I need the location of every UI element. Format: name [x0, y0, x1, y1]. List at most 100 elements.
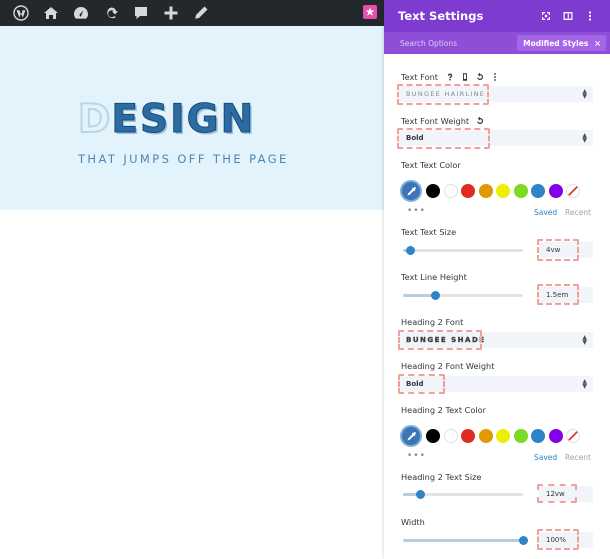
select-caret-icon: ▲ ▼ — [582, 88, 587, 100]
line-height-slider[interactable] — [403, 291, 523, 300]
color-swatch[interactable] — [531, 429, 545, 443]
text-color-picker-row: ••• Saved Recent — [400, 178, 600, 217]
refresh-icon[interactable] — [96, 0, 126, 26]
split-view-icon[interactable] — [557, 6, 579, 26]
slider-handle[interactable] — [431, 291, 441, 300]
pencil-icon[interactable] — [186, 0, 216, 26]
width-label-text: Width — [401, 517, 425, 527]
recent-colors-tab[interactable]: Recent — [565, 208, 591, 217]
hero-tagline: THAT JUMPS OFF THE PAGE — [78, 152, 289, 166]
recent-colors-tab[interactable]: Recent — [565, 453, 591, 462]
panel-title: Text Settings — [398, 9, 484, 23]
color-swatch[interactable] — [513, 184, 528, 198]
modified-styles-filter[interactable]: Modified Styles × — [517, 35, 606, 51]
more-colors-icon[interactable]: ••• — [407, 206, 426, 216]
color-swatch[interactable] — [426, 429, 440, 443]
reset-icon[interactable] — [475, 73, 484, 82]
text-font-weight-label: Text Font Weight — [401, 116, 484, 126]
modified-highlight — [398, 374, 445, 394]
no-color-swatch-icon[interactable] — [566, 429, 580, 443]
select-caret-icon: ▲ ▼ — [582, 334, 587, 346]
panel-search-bar: Modified Styles × — [384, 32, 610, 54]
text-size-label-text: Text Text Size — [401, 227, 457, 237]
color-swatch[interactable] — [478, 184, 493, 198]
text-settings-panel: Text Settings Modified Styles × Text Fon… — [384, 0, 610, 559]
page-hero-section[interactable]: D ESIGN THAT JUMPS OFF THE PAGE — [0, 26, 384, 210]
mobile-icon[interactable] — [460, 73, 469, 82]
text-size-label: Text Text Size — [401, 227, 456, 237]
line-height-label: Text Line Height — [401, 272, 467, 282]
h2-font-label: Heading 2 Font — [401, 317, 463, 327]
color-swatch[interactable] — [461, 429, 475, 443]
color-picker-button[interactable] — [400, 425, 422, 447]
admin-toolbar — [0, 0, 384, 26]
text-font-weight-label-text: Text Font Weight — [401, 116, 470, 126]
eyedropper-icon — [406, 186, 416, 196]
slider-handle[interactable] — [519, 536, 528, 545]
h2-size-slider[interactable] — [403, 490, 523, 499]
star-icon — [365, 7, 375, 16]
color-picker-button[interactable] — [400, 180, 422, 202]
h2-size-label-text: Heading 2 Text Size — [401, 472, 482, 482]
hero-heading-first-letter: D — [77, 97, 112, 142]
color-swatch[interactable] — [478, 429, 493, 443]
modified-highlight — [537, 529, 579, 550]
h2-color-label: Heading 2 Text Color — [401, 405, 486, 415]
search-options-input[interactable] — [400, 38, 520, 48]
width-slider[interactable] — [403, 536, 528, 545]
modified-highlight — [537, 239, 579, 261]
text-font-label-text: Text Font — [401, 72, 438, 82]
color-swatch[interactable] — [548, 184, 563, 198]
close-icon[interactable]: × — [594, 39, 601, 48]
eyedropper-icon — [406, 431, 416, 441]
hero-heading: D ESIGN — [77, 97, 256, 142]
comment-icon[interactable] — [126, 0, 156, 26]
modified-highlight — [398, 330, 482, 350]
slider-handle[interactable] — [406, 246, 416, 255]
slider-handle[interactable] — [415, 490, 425, 499]
saved-colors-tab[interactable]: Saved — [534, 453, 557, 462]
h2-color-picker-row: ••• Saved Recent — [400, 423, 600, 462]
reset-icon[interactable] — [475, 117, 484, 126]
expand-icon[interactable] — [535, 6, 557, 26]
h2-font-weight-label: Heading 2 Font Weight — [401, 361, 494, 371]
h2-color-label-text: Heading 2 Text Color — [401, 405, 487, 415]
modified-highlight — [537, 284, 579, 305]
h2-size-label: Heading 2 Text Size — [401, 472, 481, 482]
modified-highlight — [397, 84, 489, 105]
layers-icon[interactable] — [36, 0, 66, 26]
panel-header: Text Settings — [384, 0, 610, 32]
app-root: D ESIGN THAT JUMPS OFF THE PAGE Text Set… — [0, 0, 610, 559]
slider-fill — [403, 539, 523, 542]
color-swatch[interactable] — [496, 184, 510, 198]
text-size-slider[interactable] — [403, 246, 523, 255]
saved-colors-tab[interactable]: Saved — [534, 208, 557, 217]
color-swatch[interactable] — [496, 429, 510, 443]
h2-font-label-text: Heading 2 Font — [401, 317, 464, 327]
h2-font-weight-label-text: Heading 2 Font Weight — [401, 361, 495, 371]
no-color-swatch-icon[interactable] — [566, 184, 580, 198]
color-swatch[interactable] — [426, 184, 440, 198]
builder-star-button[interactable] — [363, 5, 377, 19]
more-colors-icon[interactable]: ••• — [407, 451, 426, 461]
text-font-label: Text Font — [401, 72, 499, 82]
more-icon[interactable] — [490, 73, 499, 82]
modified-highlight — [537, 484, 577, 503]
plus-icon[interactable] — [156, 0, 186, 26]
hero-heading-rest: ESIGN — [111, 97, 256, 142]
select-caret-icon: ▲ ▼ — [582, 378, 587, 390]
color-swatch[interactable] — [531, 184, 545, 198]
gauge-icon[interactable] — [66, 0, 96, 26]
color-swatch[interactable] — [461, 184, 475, 198]
wordpress-icon[interactable] — [6, 0, 36, 26]
text-color-label-text: Text Text Color — [401, 160, 461, 170]
color-swatch[interactable] — [513, 429, 528, 443]
modified-highlight — [397, 128, 490, 149]
color-swatch[interactable] — [443, 429, 458, 443]
color-swatch[interactable] — [443, 184, 458, 198]
more-options-icon[interactable] — [579, 6, 601, 26]
color-swatch[interactable] — [548, 429, 563, 443]
modified-styles-label: Modified Styles — [523, 38, 589, 48]
help-icon[interactable] — [445, 73, 454, 82]
text-color-label: Text Text Color — [401, 160, 461, 170]
